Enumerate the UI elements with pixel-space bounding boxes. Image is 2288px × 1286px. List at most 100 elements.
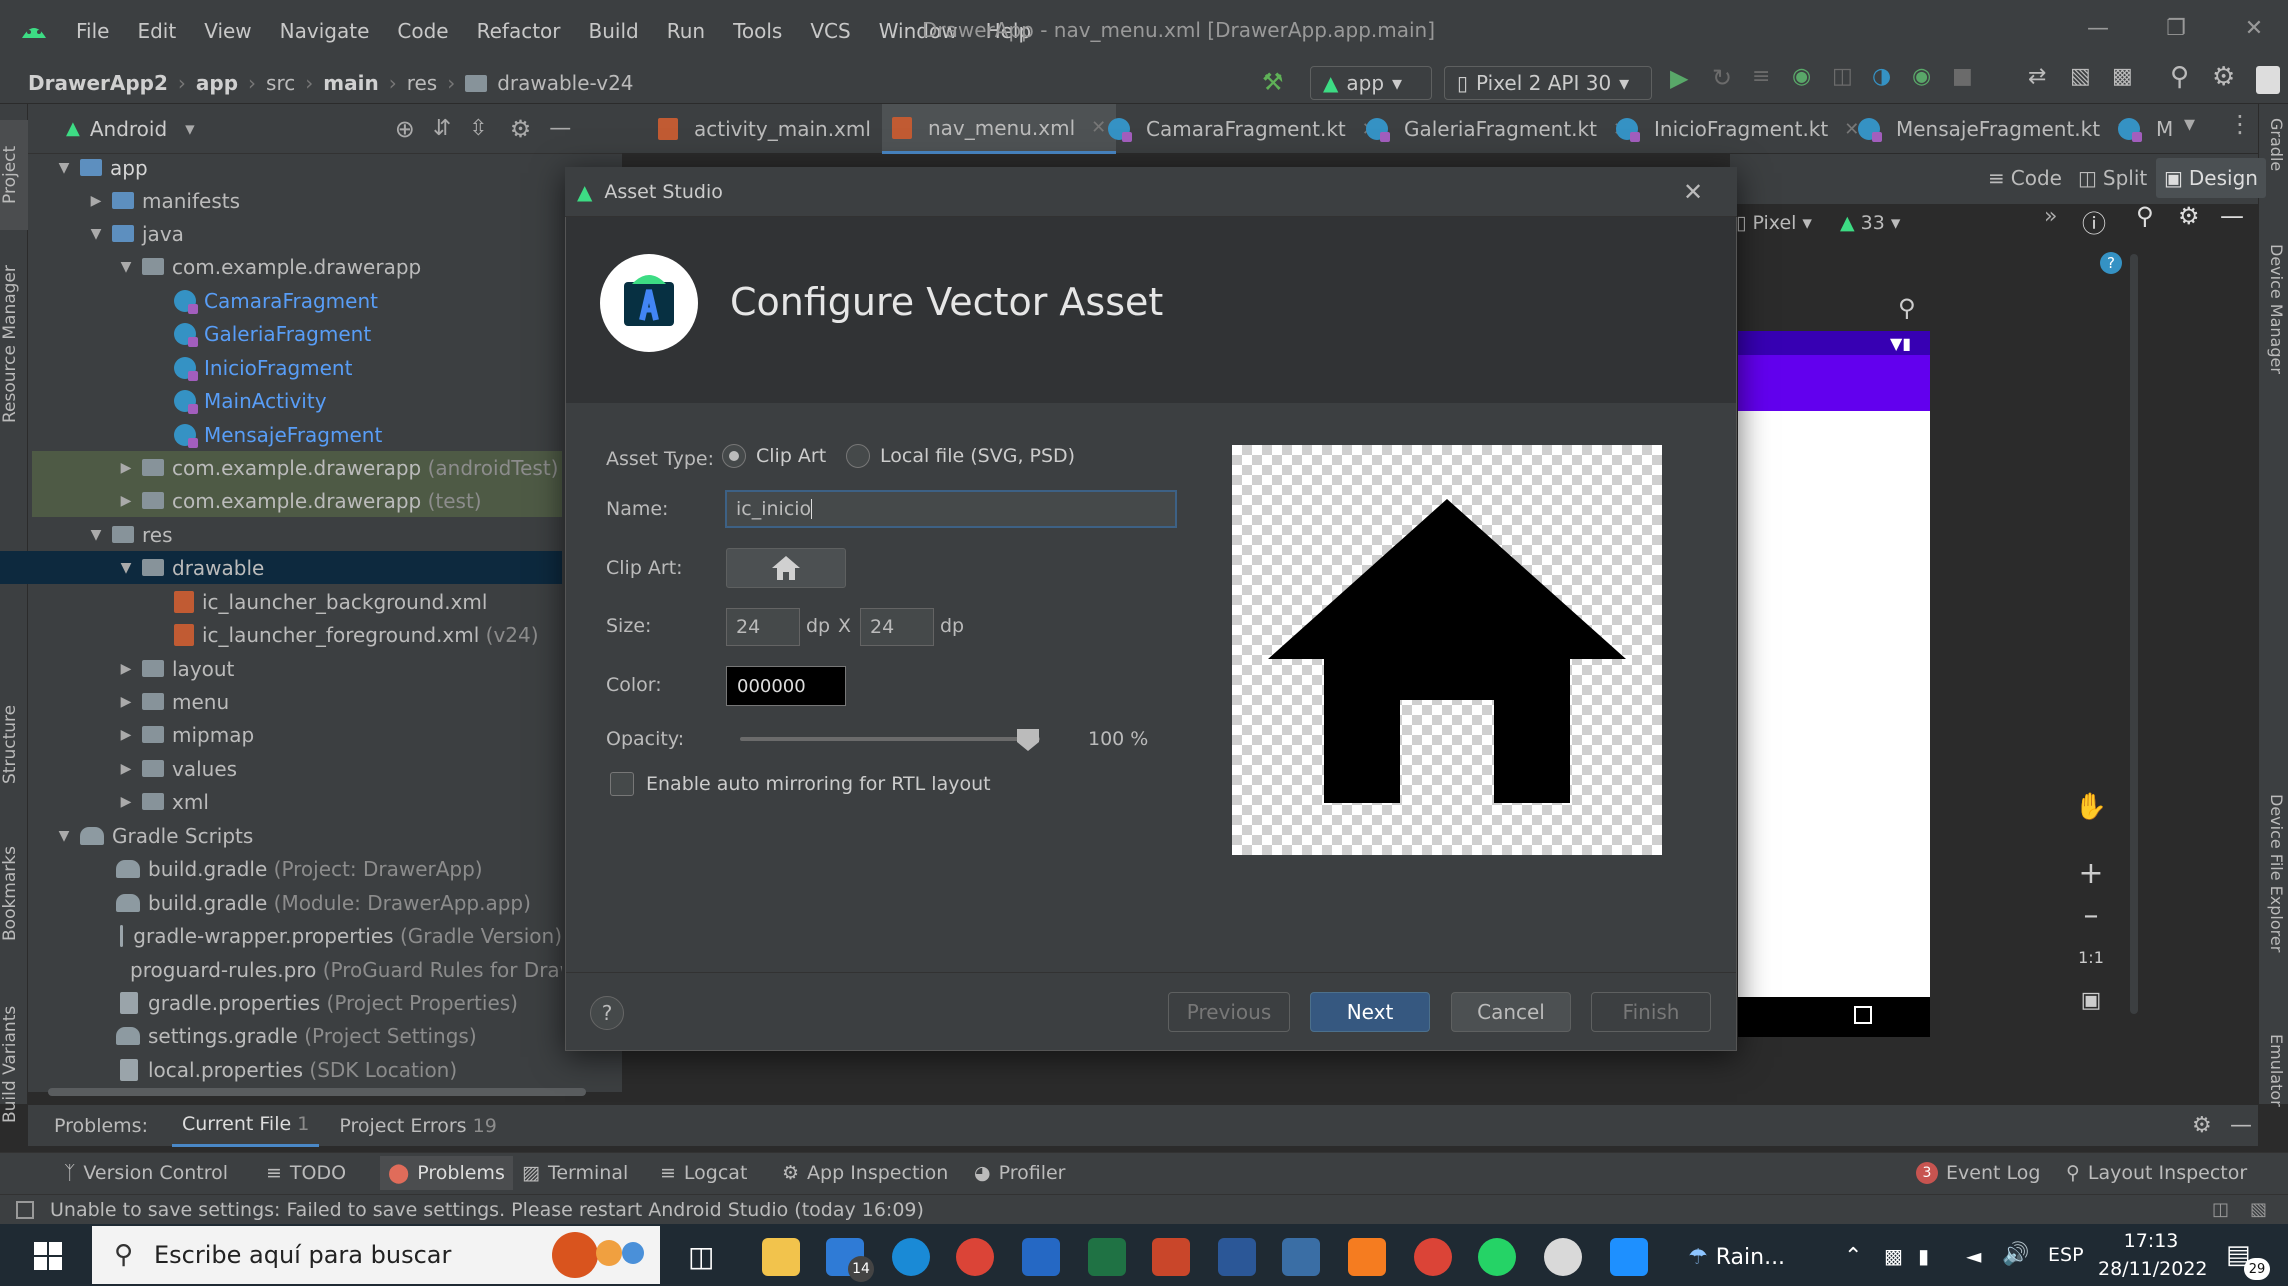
weather-widget[interactable]: ☂ Rain... xyxy=(1688,1238,1785,1276)
version-control-tab[interactable]: ᛉ Version Control xyxy=(64,1156,228,1190)
cancel-button[interactable]: Cancel xyxy=(1451,992,1571,1032)
auto-mirroring-checkbox[interactable]: Enable auto mirroring for RTL layout xyxy=(610,772,991,796)
radio-local-file[interactable]: Local file (SVG, PSD) xyxy=(846,444,1075,468)
hide-icon[interactable]: — xyxy=(549,116,571,141)
size-width-input[interactable]: 24 xyxy=(726,608,800,646)
stop-icon[interactable]: ■ xyxy=(1952,64,1973,89)
app-inspection-tab[interactable]: ⚙ App Inspection xyxy=(782,1156,948,1190)
clock-date[interactable]: 28/11/2022 xyxy=(2098,1258,2208,1280)
resource-manager-tab[interactable]: Resource Manager xyxy=(0,244,28,444)
messenger-icon[interactable] xyxy=(1610,1238,1648,1276)
tree-item[interactable]: ▶ layout xyxy=(32,652,562,685)
clip-art-button[interactable] xyxy=(726,548,846,588)
next-button[interactable]: Next xyxy=(1310,992,1430,1032)
pan-hand-icon[interactable]: ✋ xyxy=(2070,792,2112,834)
tab-project-errors[interactable]: Project Errors 19 xyxy=(339,1115,497,1137)
breadcrumb-item[interactable]: drawable-v24 xyxy=(497,71,633,95)
clock-time[interactable]: 17:13 xyxy=(2106,1230,2196,1252)
tree-item[interactable]: settings.gradle (Project Settings) xyxy=(32,1019,562,1052)
tree-item[interactable]: ic_launcher_foreground.xml (v24) xyxy=(32,618,562,651)
powerpoint-icon[interactable] xyxy=(1152,1238,1190,1276)
gear-icon[interactable]: ⚙ xyxy=(2212,62,2235,92)
menu-build[interactable]: Build xyxy=(575,19,653,43)
breadcrumb-item[interactable]: app xyxy=(196,71,238,95)
tree-item[interactable]: ▶ values xyxy=(32,752,562,785)
restore-button[interactable]: ❐ xyxy=(2156,16,2196,46)
snipping-tool-icon[interactable] xyxy=(1544,1238,1582,1276)
gear-icon[interactable]: ⚙ xyxy=(510,115,532,143)
minimize-panel-icon[interactable]: — xyxy=(2220,202,2244,230)
account-icon[interactable] xyxy=(2256,66,2280,94)
device-manager-tab[interactable]: Device Manager xyxy=(2262,244,2286,454)
tree-item[interactable]: ▶ mipmap xyxy=(32,718,562,751)
tab-inicio-fragment[interactable]: InicioFragment.kt ✕ xyxy=(1606,104,1869,154)
tab-mensaje-fragment[interactable]: MensajeFragment.kt✕ xyxy=(1848,104,2141,154)
device-select[interactable]: ▯ Pixel 2 API 30 ▾ xyxy=(1444,66,1652,100)
gear-icon[interactable]: ⚙ xyxy=(2192,1113,2212,1138)
file-explorer-icon[interactable] xyxy=(762,1238,800,1276)
opacity-slider-thumb[interactable] xyxy=(1016,728,1040,752)
event-log-tab[interactable]: 3 Event Log xyxy=(1916,1156,2040,1190)
minimize-button[interactable]: — xyxy=(2078,16,2118,46)
tree-item[interactable]: build.gradle (Module: DrawerApp.app) xyxy=(32,886,562,919)
code-mode-button[interactable]: ≡ Code xyxy=(1988,158,2062,198)
hide-panel-icon[interactable]: — xyxy=(2230,1113,2252,1138)
tree-item[interactable]: local.properties (SDK Location) xyxy=(32,1053,562,1086)
attach-debugger-icon[interactable]: ◉ xyxy=(1912,64,1931,89)
breadcrumb-item[interactable]: main xyxy=(323,71,378,95)
more-options-icon[interactable]: ⋮ xyxy=(2228,110,2252,138)
hammer-icon[interactable]: ⚒ xyxy=(1262,68,1284,96)
xampp-icon[interactable] xyxy=(1348,1238,1386,1276)
chevron-right-icon[interactable]: » xyxy=(2044,204,2057,229)
opacity-slider-track[interactable] xyxy=(740,737,1040,741)
todo-tab[interactable]: ≡ TODO xyxy=(266,1156,346,1190)
tab-galeria-fragment[interactable]: GaleriaFragment.kt✕ xyxy=(1356,104,1638,154)
zoom-to-fit-icon[interactable]: ▣ xyxy=(2070,988,2112,1018)
task-view-icon[interactable]: ◫ xyxy=(688,1240,714,1273)
network-icon[interactable]: ▩ xyxy=(1884,1244,1903,1268)
collapse-all-icon[interactable]: ⇳ xyxy=(469,116,487,141)
color-swatch-button[interactable]: 000000 xyxy=(726,666,846,706)
profiler-tab[interactable]: ◕ Profiler xyxy=(974,1156,1065,1190)
menu-navigate[interactable]: Navigate xyxy=(266,19,384,43)
size-height-input[interactable]: 24 xyxy=(860,608,934,646)
tree-item[interactable]: build.gradle (Project: DrawerApp) xyxy=(32,852,562,885)
search-icon[interactable]: ⚲ xyxy=(2136,202,2154,230)
device-manager-icon[interactable]: ▧ xyxy=(2070,64,2091,89)
run-icon[interactable]: ▶ xyxy=(1670,64,1688,92)
tree-item[interactable]: gradle-wrapper.properties (Gradle Versio… xyxy=(32,919,562,952)
tab-current-file[interactable]: Current File 1 xyxy=(171,1105,320,1147)
problems-tab[interactable]: ⬤ Problems xyxy=(380,1156,513,1190)
chevron-up-icon[interactable]: ⌃ xyxy=(1844,1244,1862,1269)
tree-item[interactable]: ▶ manifests xyxy=(32,184,562,217)
sdk-manager-icon[interactable]: ▩ xyxy=(2112,64,2133,89)
tree-item[interactable]: ▼ app xyxy=(32,151,562,184)
tree-item[interactable]: ▼ java xyxy=(32,217,562,250)
zoom-out-icon[interactable]: – xyxy=(2070,898,2112,940)
help-button[interactable]: ? xyxy=(590,996,624,1030)
tree-item[interactable]: ▼ com.example.drawerapp xyxy=(32,250,562,283)
info-icon[interactable]: ⓘ xyxy=(2082,204,2106,239)
menu-view[interactable]: View xyxy=(190,19,265,43)
wifi-icon[interactable]: ◄ xyxy=(1966,1244,1981,1268)
horizontal-scrollbar[interactable] xyxy=(48,1088,586,1096)
name-input[interactable]: ic_inicio xyxy=(725,490,1177,528)
search-icon[interactable]: ⚲ xyxy=(2170,62,2189,92)
android-studio-taskbar-icon[interactable] xyxy=(1282,1238,1320,1276)
emulator-tab[interactable]: Emulator xyxy=(2262,1034,2286,1144)
api-level-select[interactable]: ▲ 33 ▾ xyxy=(1840,206,1900,240)
menu-code[interactable]: Code xyxy=(383,19,462,43)
lock-icon[interactable]: ◫ xyxy=(2212,1199,2229,1220)
tree-item[interactable]: ▶ com.example.drawerapp (test) xyxy=(32,484,562,517)
vertical-scrollbar[interactable] xyxy=(2130,254,2138,1014)
structure-tab[interactable]: Structure xyxy=(0,684,28,804)
project-view-select[interactable]: Android xyxy=(90,117,167,141)
bookmarks-tab[interactable]: Bookmarks xyxy=(0,824,28,964)
preview-device-select[interactable]: ▯ Pixel ▾ xyxy=(1736,206,1812,240)
tree-item[interactable]: ▼ Gradle Scripts xyxy=(32,819,562,852)
tree-item[interactable]: CamaraFragment xyxy=(32,284,562,317)
run-config-select[interactable]: ▲ app ▾ xyxy=(1310,66,1432,100)
tab-nav-menu[interactable]: nav_menu.xml ✕ xyxy=(882,104,1117,154)
tree-item-selected[interactable]: ▼ drawable xyxy=(0,551,562,584)
windows-start-icon[interactable] xyxy=(34,1242,62,1270)
